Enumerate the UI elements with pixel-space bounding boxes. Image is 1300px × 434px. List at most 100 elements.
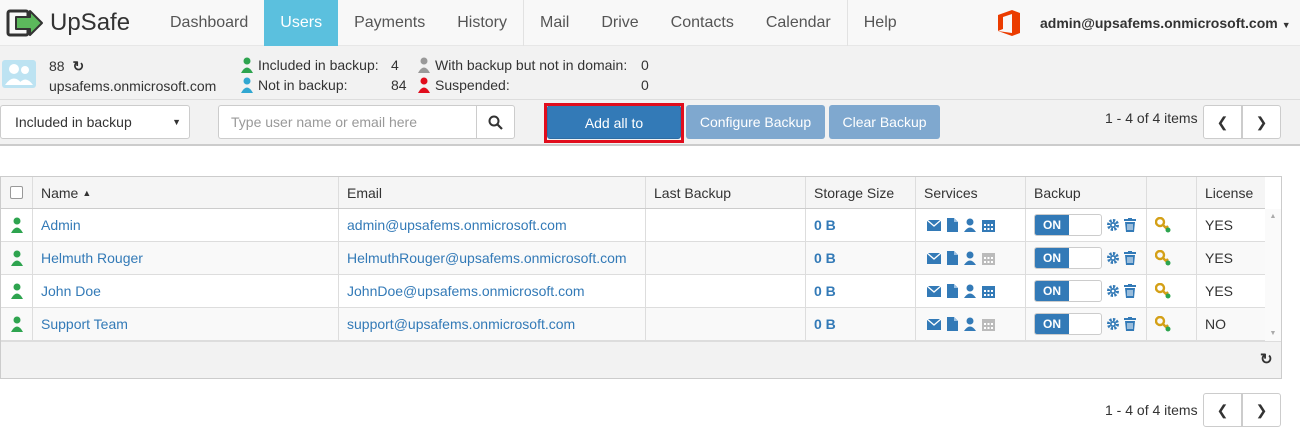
calendar-icon xyxy=(982,252,995,265)
backup-toggle[interactable]: ON xyxy=(1034,313,1102,335)
stat-suspended: Suspended: xyxy=(417,76,510,94)
backup-filter-select[interactable]: Included in backup ▼ xyxy=(0,105,190,139)
file-icon xyxy=(947,218,958,232)
brand-name: UpSafe xyxy=(50,9,131,36)
col-storage[interactable]: Storage Size xyxy=(805,177,915,208)
account-menu[interactable]: admin@upsafems.onmicrosoft.com ▼ xyxy=(1040,0,1291,46)
stat-suspended-label: Suspended: xyxy=(435,77,510,93)
office365-icon xyxy=(998,10,1020,36)
contact-icon xyxy=(964,284,976,298)
user-email-link[interactable]: support@upsafems.onmicrosoft.com xyxy=(338,308,645,340)
user-email-link[interactable]: admin@upsafems.onmicrosoft.com xyxy=(338,209,645,241)
pager-summary: 1 - 4 of 4 items xyxy=(1105,110,1198,126)
user-name-link[interactable]: Admin xyxy=(32,209,338,241)
col-license[interactable]: License xyxy=(1196,177,1265,208)
mail-icon xyxy=(927,219,941,231)
top-navbar: UpSafe Dashboard Users Payments History … xyxy=(0,0,1300,46)
table-row[interactable]: Helmuth Rouger HelmuthRouger@upsafems.onm… xyxy=(1,242,1265,275)
user-gray-icon xyxy=(418,57,430,73)
file-icon xyxy=(947,251,958,265)
user-status-icon xyxy=(10,283,23,299)
trash-icon[interactable] xyxy=(1124,218,1136,232)
stat-included: Included in backup: xyxy=(240,56,379,74)
backup-cell: ON xyxy=(1025,275,1146,307)
prev-page-button[interactable]: ❮ xyxy=(1203,105,1242,139)
next-page-button[interactable]: ❯ xyxy=(1242,105,1281,139)
storage-size-cell[interactable]: 0 B xyxy=(805,242,915,274)
calendar-icon xyxy=(982,219,995,232)
nav-payments[interactable]: Payments xyxy=(338,0,441,46)
license-key-icon[interactable] xyxy=(1155,217,1171,233)
col-email[interactable]: Email xyxy=(338,177,645,208)
row-status-cell xyxy=(1,275,32,307)
chevron-down-icon: ▼ xyxy=(1281,20,1291,30)
row-status-cell xyxy=(1,308,32,340)
refresh-table-icon[interactable]: ↻ xyxy=(1260,350,1273,368)
contact-icon xyxy=(964,317,976,331)
gear-icon[interactable] xyxy=(1106,251,1120,265)
storage-size-cell[interactable]: 0 B xyxy=(805,209,915,241)
user-name-link[interactable]: Support Team xyxy=(32,308,338,340)
license-key-icon[interactable] xyxy=(1155,283,1171,299)
table-scrollbar[interactable]: ▲ ▼ xyxy=(1265,209,1281,341)
nav-calendar[interactable]: Calendar xyxy=(750,0,847,46)
trash-icon[interactable] xyxy=(1124,284,1136,298)
user-name-link[interactable]: Helmuth Rouger xyxy=(32,242,338,274)
nav-help[interactable]: Help xyxy=(846,0,913,46)
user-email-link[interactable]: HelmuthRouger@upsafems.onmicrosoft.com xyxy=(338,242,645,274)
nav-history[interactable]: History xyxy=(441,0,523,46)
calendar-icon xyxy=(982,285,995,298)
brand[interactable]: UpSafe xyxy=(6,4,130,42)
col-last-backup[interactable]: Last Backup xyxy=(645,177,805,208)
account-email: admin@upsafems.onmicrosoft.com xyxy=(1040,15,1278,31)
select-all-checkbox[interactable] xyxy=(10,186,23,199)
backup-toggle[interactable]: ON xyxy=(1034,214,1102,236)
license-cell: YES xyxy=(1196,242,1265,274)
refresh-icon[interactable]: ↻ xyxy=(72,58,84,74)
user-email-link[interactable]: JohnDoe@upsafems.onmicrosoft.com xyxy=(338,275,645,307)
trash-icon[interactable] xyxy=(1124,251,1136,265)
backup-cell: ON xyxy=(1025,308,1146,340)
nav-users[interactable]: Users xyxy=(264,0,339,46)
file-icon xyxy=(947,317,958,331)
nav-drive[interactable]: Drive xyxy=(585,0,654,46)
configure-backup-button[interactable]: Configure Backup xyxy=(686,105,825,139)
clear-backup-button[interactable]: Clear Backup xyxy=(829,105,940,139)
bottom-next-page-button[interactable]: ❯ xyxy=(1242,393,1281,427)
backup-toggle[interactable]: ON xyxy=(1034,280,1102,302)
stat-notdomain-label: With backup but not in domain: xyxy=(435,57,628,73)
services-cell xyxy=(915,308,1025,340)
highlight-box xyxy=(544,103,684,143)
col-name[interactable]: Name ▲ xyxy=(32,177,338,208)
license-cell: YES xyxy=(1196,209,1265,241)
nav-dashboard[interactable]: Dashboard xyxy=(154,0,264,46)
scroll-up-icon: ▲ xyxy=(1269,213,1277,220)
main-nav: Dashboard Users Payments History Mail Dr… xyxy=(154,0,913,46)
search-button[interactable] xyxy=(476,105,515,139)
nav-contacts[interactable]: Contacts xyxy=(655,0,750,46)
gear-icon[interactable] xyxy=(1106,284,1120,298)
table-row[interactable]: Support Team support@upsafems.onmicrosoft… xyxy=(1,308,1265,341)
table-row[interactable]: John Doe JohnDoe@upsafems.onmicrosoft.com… xyxy=(1,275,1265,308)
backup-toggle[interactable]: ON xyxy=(1034,247,1102,269)
user-name-link[interactable]: John Doe xyxy=(32,275,338,307)
trash-icon[interactable] xyxy=(1124,317,1136,331)
table-row[interactable]: Admin admin@upsafems.onmicrosoft.com 0 B ON… xyxy=(1,209,1265,242)
gear-icon[interactable] xyxy=(1106,218,1120,232)
row-status-cell xyxy=(1,209,32,241)
stat-not-included: Not in backup: xyxy=(240,76,348,94)
license-key-icon[interactable] xyxy=(1155,316,1171,332)
gear-icon[interactable] xyxy=(1106,317,1120,331)
storage-size-cell[interactable]: 0 B xyxy=(805,308,915,340)
services-cell xyxy=(915,275,1025,307)
col-services: Services xyxy=(915,177,1025,208)
nav-mail[interactable]: Mail xyxy=(522,0,585,46)
license-key-icon[interactable] xyxy=(1155,250,1171,266)
domain-name: upsafems.onmicrosoft.com xyxy=(49,78,217,94)
backup-filter-value: Included in backup xyxy=(15,114,132,130)
search-input[interactable]: Type user name or email here xyxy=(218,105,476,139)
storage-size-cell[interactable]: 0 B xyxy=(805,275,915,307)
search-icon xyxy=(488,115,503,130)
license-cell: NO xyxy=(1196,308,1265,340)
bottom-prev-page-button[interactable]: ❮ xyxy=(1203,393,1242,427)
